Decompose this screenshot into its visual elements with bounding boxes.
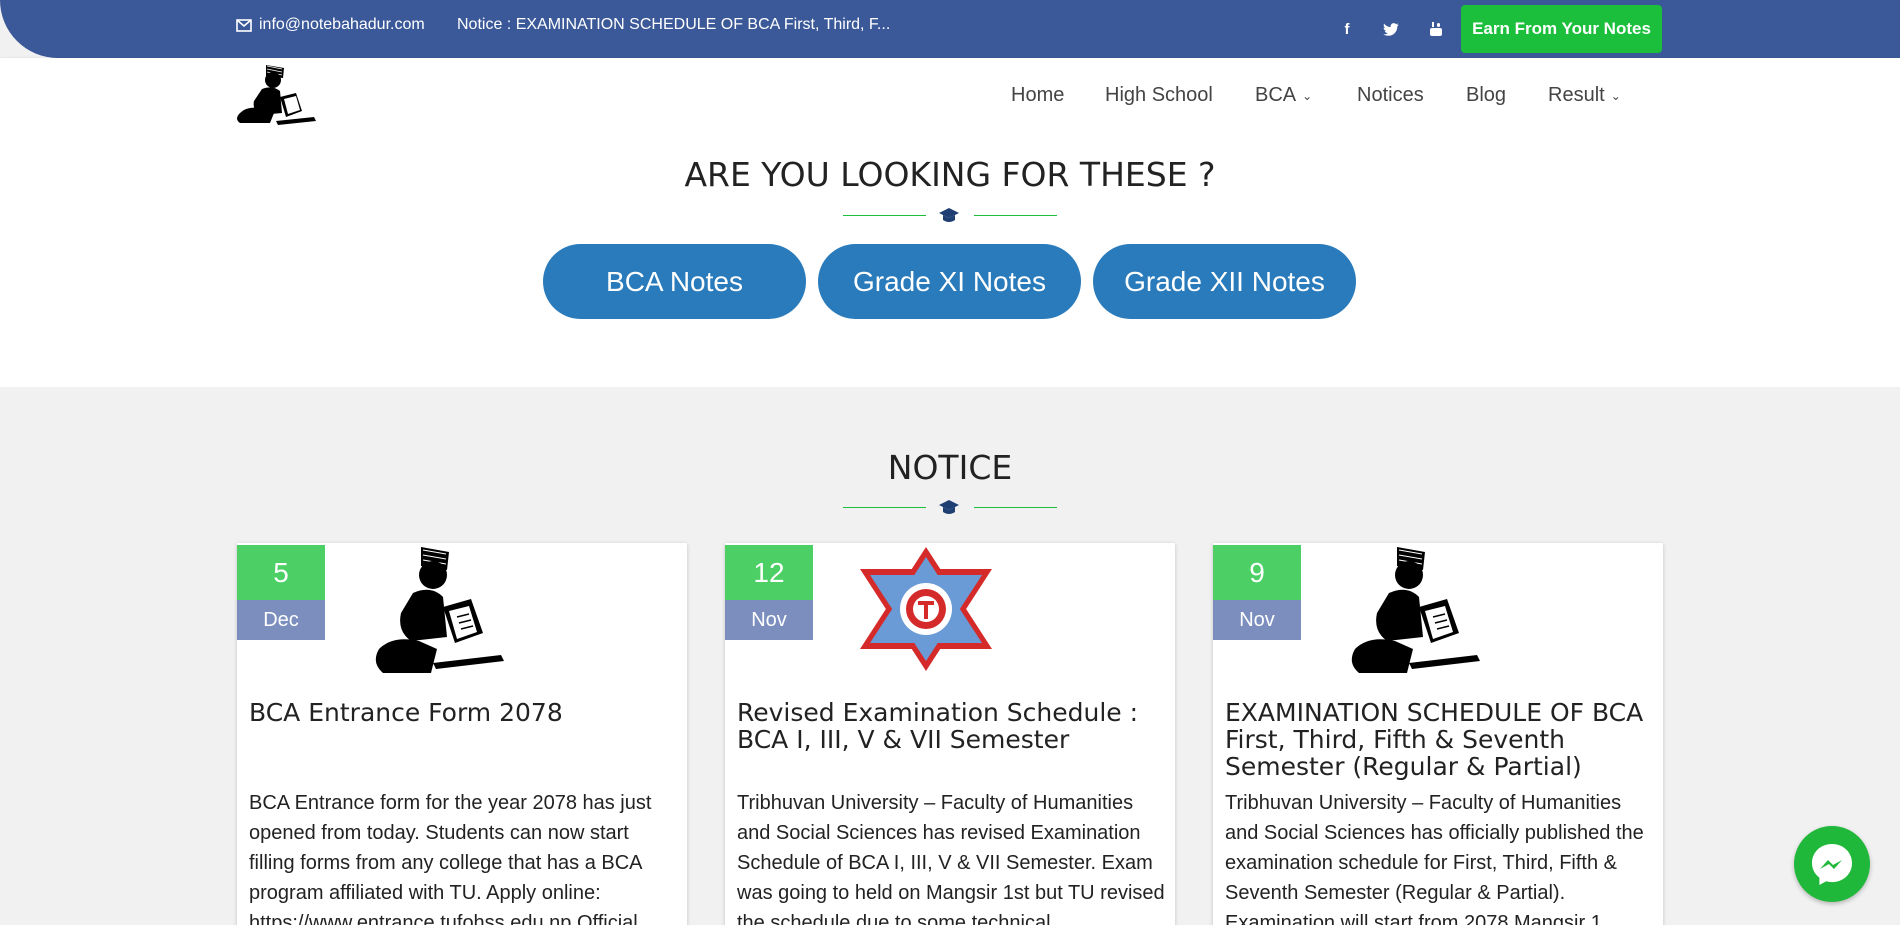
looking-for-title: ARE YOU LOOKING FOR THESE ? — [684, 155, 1216, 194]
notice-ticker[interactable]: Notice : EXAMINATION SCHEDULE OF BCA Fir… — [457, 16, 890, 34]
nav-bca-label: BCA — [1255, 84, 1297, 106]
date-day: 12 — [725, 545, 813, 600]
nav-home-label: Home — [1011, 84, 1065, 106]
date-day: 9 — [1213, 545, 1301, 600]
nav-high-school-label: High School — [1105, 84, 1213, 106]
notice-card-title[interactable]: BCA Entrance Form 2078 — [249, 699, 674, 726]
nav-home[interactable]: Home — [1011, 84, 1064, 107]
top-bar: info@notebahadur.com Notice : EXAMINATIO… — [0, 0, 1900, 58]
notice-card[interactable]: 9 Nov EXAMINATION SCHEDULE OF BCA First,… — [1213, 543, 1663, 925]
date-day: 5 — [237, 545, 325, 600]
date-month: Nov — [725, 600, 813, 640]
date-month: Nov — [1213, 600, 1301, 640]
youtube-icon[interactable] — [1425, 18, 1447, 40]
title-divider — [843, 206, 1057, 226]
graduation-cap-icon — [939, 208, 959, 222]
notice-card-excerpt: BCA Entrance form for the year 2078 has … — [249, 792, 652, 925]
nav-high-school[interactable]: High School — [1105, 84, 1213, 107]
date-badge: 12 Nov — [725, 545, 813, 640]
envelope-icon — [236, 18, 252, 32]
bca-notes-button[interactable]: BCA Notes — [543, 244, 806, 319]
notice-card[interactable]: 12 Nov Revised Examination Schedule : BC… — [725, 543, 1175, 925]
contact-email-text: info@notebahadur.com — [259, 16, 425, 33]
earn-from-notes-button[interactable]: Earn From Your Notes — [1461, 5, 1662, 53]
notice-divider — [843, 498, 1057, 518]
main-navbar: Home High School BCA ⌄ Notices Blog Resul… — [0, 58, 1900, 131]
contact-email[interactable]: info@notebahadur.com — [236, 16, 425, 34]
notice-card-title[interactable]: EXAMINATION SCHEDULE OF BCA First, Third… — [1225, 699, 1650, 780]
graduation-cap-icon — [939, 500, 959, 514]
tribhuvan-university-seal-image — [860, 547, 992, 671]
date-badge: 5 Dec — [237, 545, 325, 640]
notice-card-excerpt: Tribhuvan University – Faculty of Humani… — [737, 792, 1165, 925]
notice-card-excerpt: Tribhuvan University – Faculty of Humani… — [1225, 792, 1644, 925]
nav-blog-label: Blog — [1466, 84, 1507, 106]
notice-card-title[interactable]: Revised Examination Schedule : BCA I, II… — [737, 699, 1162, 753]
nav-notices[interactable]: Notices — [1357, 84, 1424, 107]
twitter-icon[interactable] — [1380, 18, 1402, 40]
reading-person-image — [375, 547, 504, 673]
nav-blog[interactable]: Blog — [1466, 84, 1506, 107]
site-logo[interactable] — [236, 63, 318, 127]
grade-xi-notes-button[interactable]: Grade XI Notes — [818, 244, 1081, 319]
nav-notices-label: Notices — [1357, 84, 1424, 106]
nav-bca[interactable]: BCA ⌄ — [1255, 84, 1312, 107]
reading-person-image — [1351, 547, 1480, 673]
facebook-icon[interactable]: f — [1336, 18, 1358, 40]
grade-xii-notes-button[interactable]: Grade XII Notes — [1093, 244, 1356, 319]
notice-title: NOTICE — [887, 448, 1013, 487]
notice-card[interactable]: 5 Dec BCA Entrance Form 2078 BCA Entranc… — [237, 543, 687, 925]
nav-result[interactable]: Result ⌄ — [1548, 84, 1621, 107]
nav-result-label: Result — [1548, 84, 1605, 106]
messenger-chat-button[interactable] — [1794, 826, 1870, 902]
messenger-icon — [1812, 844, 1852, 885]
chevron-down-icon: ⌄ — [1610, 88, 1621, 103]
date-month: Dec — [237, 600, 325, 640]
date-badge: 9 Nov — [1213, 545, 1301, 640]
chevron-down-icon: ⌄ — [1302, 88, 1313, 103]
